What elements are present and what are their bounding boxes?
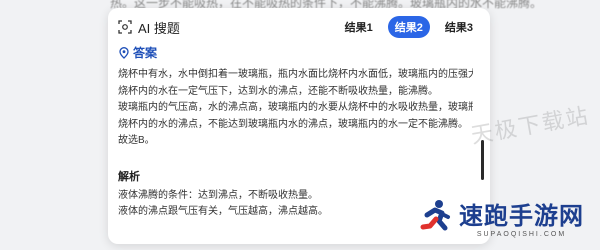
- answer-line: 烧杯内的水在一定气压下，达到水的沸点，还能不断吸收热量，能沸腾。: [118, 85, 438, 97]
- answer-heading-label: 答案: [133, 46, 158, 60]
- tab-result-2[interactable]: 结果2: [387, 16, 430, 38]
- running-logo-icon: [420, 200, 450, 231]
- answer-line: 烧杯中有水，水中倒扣着一玻璃瓶，瓶内水面比烧杯内水面低，玻璃瓶内的压强大于外界压…: [118, 69, 473, 80]
- answer-line: 故选B。: [118, 135, 155, 146]
- watermark-site2-title: 速跑手游网: [459, 203, 584, 230]
- result-tabs: 结果1 结果2 结果3: [338, 16, 480, 38]
- watermark-site2: 速跑手游网 SUPAOQISHI.COM: [415, 196, 584, 238]
- answer-line: 玻璃瓶内的气压高，水的沸点高，玻璃瓶内的水要从烧杯中的水吸收热量，玻璃瓶内的水最…: [118, 102, 473, 113]
- tab-result-1[interactable]: 结果1: [338, 16, 380, 38]
- analysis-heading: 解析: [118, 170, 140, 183]
- tab-result-3[interactable]: 结果3: [438, 16, 480, 38]
- panel-title: AI 搜题: [138, 20, 180, 36]
- answer-line: 烧杯内的水的沸点，不能达到玻璃瓶内水的沸点，玻璃瓶内的水一定不能沸腾。: [118, 118, 468, 130]
- ai-scan-icon: [118, 20, 132, 34]
- answer-heading: 答案: [118, 44, 473, 61]
- watermark-site2-domain: SUPAOQISHI.COM: [476, 231, 567, 238]
- location-pin-icon: [119, 46, 129, 59]
- panel-header: AI 搜题 结果1 结果2 结果3: [108, 8, 490, 46]
